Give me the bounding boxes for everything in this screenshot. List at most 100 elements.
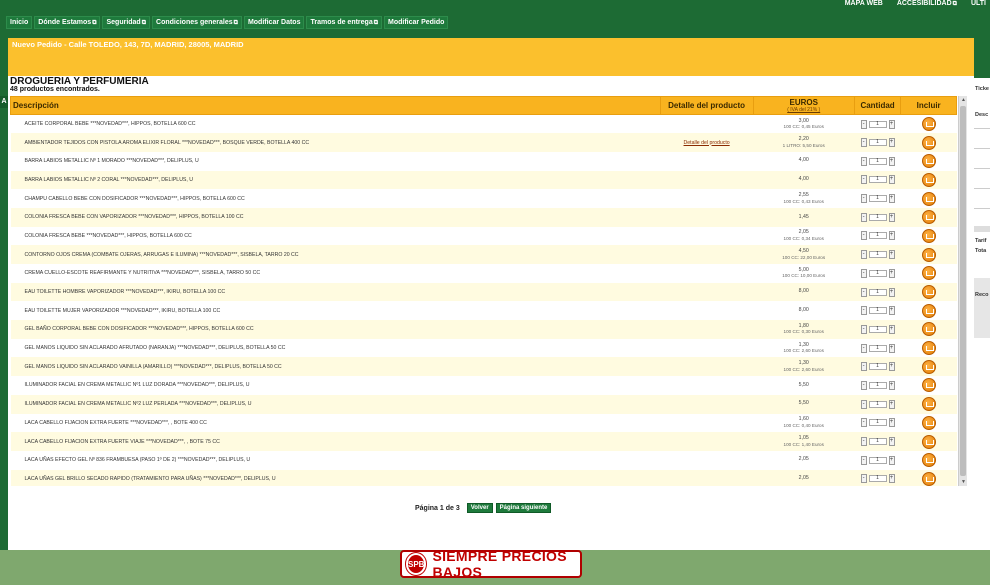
increase-quantity-button[interactable]: + bbox=[888, 194, 895, 204]
product-detail-link[interactable] bbox=[660, 338, 754, 358]
side-panel-scrollbar[interactable] bbox=[974, 226, 990, 232]
add-to-cart-icon[interactable] bbox=[921, 247, 936, 262]
product-detail-link[interactable] bbox=[660, 226, 754, 246]
add-to-cart-icon[interactable] bbox=[921, 172, 936, 187]
product-detail-link[interactable] bbox=[660, 170, 754, 190]
decrease-quantity-button[interactable]: - bbox=[860, 231, 867, 241]
quantity-input[interactable]: 1 bbox=[868, 269, 887, 277]
add-to-cart-icon[interactable] bbox=[921, 341, 936, 356]
add-to-cart-icon[interactable] bbox=[921, 266, 936, 281]
increase-quantity-button[interactable]: + bbox=[888, 231, 895, 241]
decrease-quantity-button[interactable]: - bbox=[860, 343, 867, 353]
table-scrollbar[interactable]: ▲ ▼ bbox=[958, 96, 967, 486]
add-to-cart-icon[interactable] bbox=[921, 453, 936, 468]
add-to-cart-icon[interactable] bbox=[921, 228, 936, 243]
scroll-up-icon[interactable]: ▲ bbox=[959, 96, 968, 104]
increase-quantity-button[interactable]: + bbox=[888, 306, 895, 316]
product-detail-link[interactable] bbox=[660, 207, 754, 227]
nav-item-condiciones-generales[interactable]: Condiciones generales⧉ bbox=[152, 16, 242, 29]
quantity-input[interactable]: 1 bbox=[868, 251, 887, 259]
increase-quantity-button[interactable]: + bbox=[888, 362, 895, 372]
product-detail-link[interactable] bbox=[660, 282, 754, 302]
next-page-button[interactable]: Página siguiente bbox=[495, 503, 552, 513]
quantity-input[interactable]: 1 bbox=[868, 139, 887, 147]
add-to-cart-icon[interactable] bbox=[921, 359, 936, 374]
increase-quantity-button[interactable]: + bbox=[888, 138, 895, 148]
add-to-cart-icon[interactable] bbox=[921, 135, 936, 150]
quantity-input[interactable]: 1 bbox=[868, 213, 887, 221]
decrease-quantity-button[interactable]: - bbox=[860, 156, 867, 166]
nav-item-modificar-pedido[interactable]: Modificar Pedido bbox=[384, 16, 449, 29]
add-to-cart-icon[interactable] bbox=[921, 378, 936, 393]
scroll-down-icon[interactable]: ▼ bbox=[959, 478, 968, 486]
decrease-quantity-button[interactable]: - bbox=[860, 287, 867, 297]
increase-quantity-button[interactable]: + bbox=[888, 380, 895, 390]
decrease-quantity-button[interactable]: - bbox=[860, 399, 867, 409]
add-to-cart-icon[interactable] bbox=[921, 322, 936, 337]
quantity-input[interactable]: 1 bbox=[868, 232, 887, 240]
decrease-quantity-button[interactable]: - bbox=[860, 268, 867, 278]
product-detail-link[interactable] bbox=[660, 151, 754, 171]
increase-quantity-button[interactable]: + bbox=[888, 212, 895, 222]
promo-banner[interactable]: SPB SIEMPRE PRECIOS BAJOS bbox=[400, 548, 582, 580]
product-detail-link[interactable] bbox=[660, 394, 754, 414]
increase-quantity-button[interactable]: + bbox=[888, 474, 895, 484]
quantity-input[interactable]: 1 bbox=[868, 157, 887, 165]
product-detail-link[interactable] bbox=[660, 469, 754, 486]
top-link-accesibilidad[interactable]: ACCESIBILIDAD⧉ bbox=[897, 0, 957, 10]
quantity-input[interactable]: 1 bbox=[868, 325, 887, 333]
add-to-cart-icon[interactable] bbox=[921, 303, 936, 318]
product-detail-link[interactable] bbox=[660, 114, 754, 134]
left-rail-tab[interactable]: A bbox=[0, 96, 8, 108]
quantity-input[interactable]: 1 bbox=[868, 456, 887, 464]
quantity-input[interactable]: 1 bbox=[868, 288, 887, 296]
product-detail-link[interactable] bbox=[660, 413, 754, 433]
quantity-input[interactable]: 1 bbox=[868, 344, 887, 352]
product-detail-link[interactable] bbox=[660, 189, 754, 208]
decrease-quantity-button[interactable]: - bbox=[860, 324, 867, 334]
decrease-quantity-button[interactable]: - bbox=[860, 138, 867, 148]
nav-item-donde-estamos[interactable]: Dónde Estamos⧉ bbox=[34, 16, 101, 29]
quantity-input[interactable]: 1 bbox=[868, 400, 887, 408]
decrease-quantity-button[interactable]: - bbox=[860, 380, 867, 390]
increase-quantity-button[interactable]: + bbox=[888, 399, 895, 409]
product-detail-link[interactable] bbox=[660, 450, 754, 470]
increase-quantity-button[interactable]: + bbox=[888, 119, 895, 129]
scrollbar-thumb[interactable] bbox=[960, 106, 966, 476]
decrease-quantity-button[interactable]: - bbox=[860, 362, 867, 372]
product-detail-link[interactable] bbox=[660, 432, 754, 451]
quantity-input[interactable]: 1 bbox=[868, 120, 887, 128]
nav-item-seguridad[interactable]: Seguridad⧉ bbox=[102, 16, 151, 29]
nav-item-tramos-de-entrega[interactable]: Tramos de entrega⧉ bbox=[306, 16, 383, 29]
increase-quantity-button[interactable]: + bbox=[888, 343, 895, 353]
add-to-cart-icon[interactable] bbox=[921, 210, 936, 225]
increase-quantity-button[interactable]: + bbox=[888, 287, 895, 297]
increase-quantity-button[interactable]: + bbox=[888, 437, 895, 447]
top-link-mapa-web[interactable]: MAPA WEB bbox=[845, 0, 883, 10]
add-to-cart-icon[interactable] bbox=[921, 471, 936, 486]
product-detail-link[interactable] bbox=[660, 264, 754, 283]
decrease-quantity-button[interactable]: - bbox=[860, 474, 867, 484]
decrease-quantity-button[interactable]: - bbox=[860, 418, 867, 428]
add-to-cart-icon[interactable] bbox=[921, 415, 936, 430]
quantity-input[interactable]: 1 bbox=[868, 438, 887, 446]
add-to-cart-icon[interactable] bbox=[921, 191, 936, 206]
add-to-cart-icon[interactable] bbox=[921, 117, 936, 132]
quantity-input[interactable]: 1 bbox=[868, 381, 887, 389]
quantity-input[interactable]: 1 bbox=[868, 363, 887, 371]
product-detail-link[interactable] bbox=[660, 301, 754, 321]
increase-quantity-button[interactable]: + bbox=[888, 175, 895, 185]
quantity-input[interactable]: 1 bbox=[868, 176, 887, 184]
product-detail-link[interactable] bbox=[660, 245, 754, 264]
quantity-input[interactable]: 1 bbox=[868, 307, 887, 315]
decrease-quantity-button[interactable]: - bbox=[860, 250, 867, 260]
add-to-cart-icon[interactable] bbox=[921, 434, 936, 449]
product-detail-link[interactable] bbox=[660, 376, 754, 395]
back-button[interactable]: Volver bbox=[466, 503, 493, 513]
increase-quantity-button[interactable]: + bbox=[888, 418, 895, 428]
add-to-cart-icon[interactable] bbox=[921, 154, 936, 169]
quantity-input[interactable]: 1 bbox=[868, 195, 887, 203]
increase-quantity-button[interactable]: + bbox=[888, 268, 895, 278]
increase-quantity-button[interactable]: + bbox=[888, 156, 895, 166]
quantity-input[interactable]: 1 bbox=[868, 419, 887, 427]
